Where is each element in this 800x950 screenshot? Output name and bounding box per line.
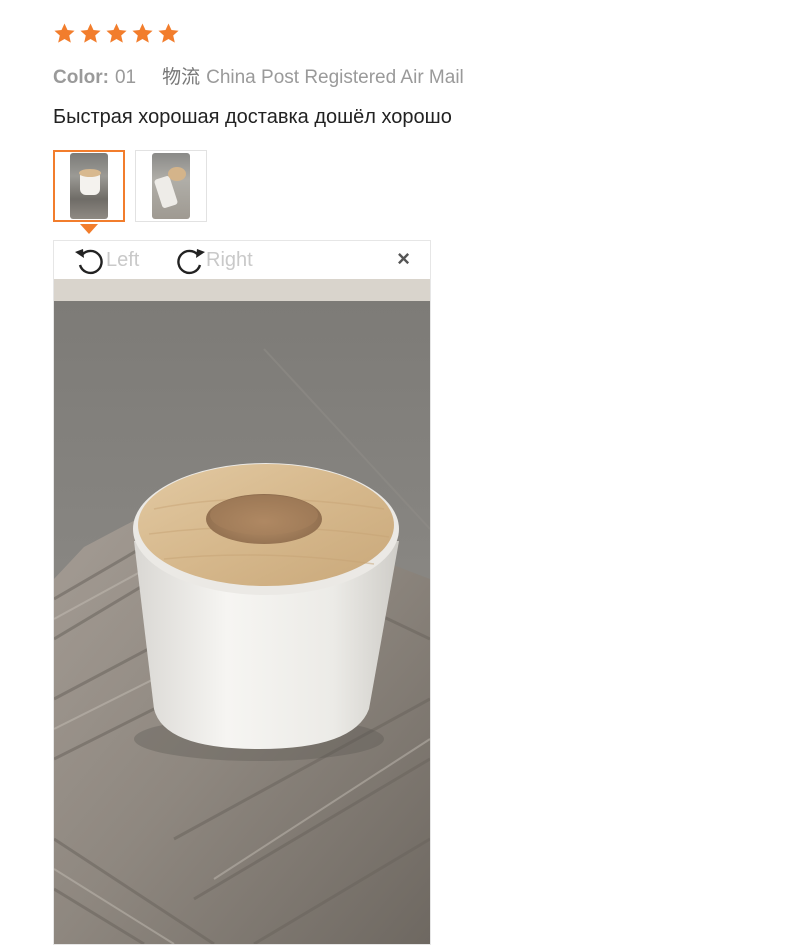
thumbnail-1[interactable] xyxy=(53,150,125,222)
thumbnail-image xyxy=(70,153,108,219)
star-icon xyxy=(79,22,102,45)
review-photo xyxy=(54,279,430,944)
rotate-right-icon xyxy=(177,249,205,275)
star-icon xyxy=(105,22,128,45)
close-icon[interactable]: × xyxy=(397,247,410,271)
rotate-left-icon xyxy=(75,249,103,275)
rotate-right-button[interactable]: Right xyxy=(172,243,253,277)
order-meta: Color: 01 物流 China Post Registered Air M… xyxy=(53,62,464,89)
rotate-left-label: Left xyxy=(106,248,140,271)
star-icon xyxy=(53,22,76,45)
rating-stars xyxy=(53,22,180,45)
color-label: Color: xyxy=(53,67,109,88)
selected-thumbnail-pointer xyxy=(80,224,98,234)
review-text: Быстрая хорошая доставка дошёл хорошо xyxy=(53,106,452,128)
thumbnail-2[interactable] xyxy=(135,150,207,222)
image-viewer: Left Right × xyxy=(53,240,431,945)
logistics-value: China Post Registered Air Mail xyxy=(206,67,464,88)
viewer-toolbar: Left Right × xyxy=(54,241,430,277)
star-icon xyxy=(131,22,154,45)
photo-thumbnails xyxy=(53,150,207,222)
thumbnail-image xyxy=(152,153,190,219)
logistics-label: 物流 xyxy=(162,67,201,88)
star-icon xyxy=(157,22,180,45)
rotate-left-button[interactable]: Left xyxy=(72,243,139,277)
rotate-right-label: Right xyxy=(206,248,253,271)
color-value: 01 xyxy=(114,67,137,88)
